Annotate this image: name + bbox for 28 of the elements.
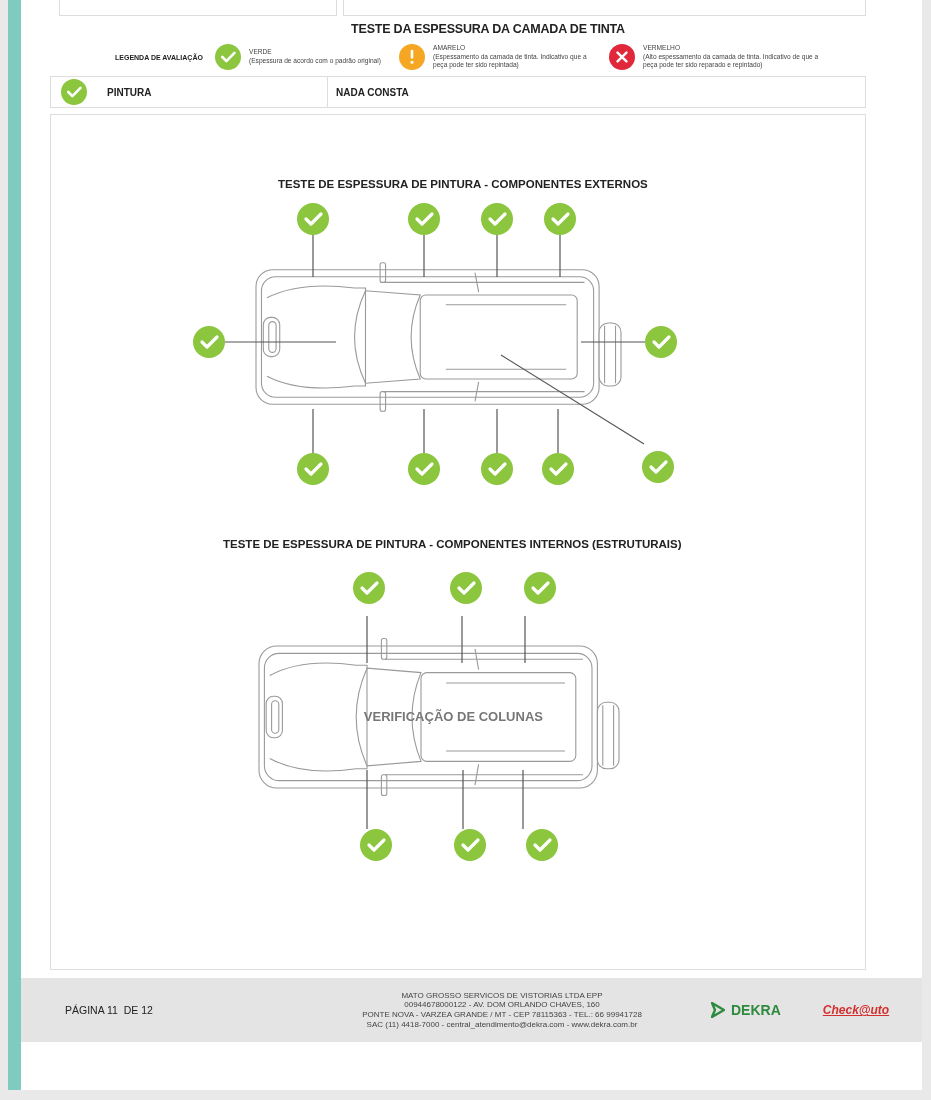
section-title: TESTE DA ESPESSURA DA CAMADA DE TINTA — [350, 22, 626, 36]
leader-line — [423, 234, 425, 278]
item-result: NADA CONSTA — [327, 77, 409, 107]
leader-line — [366, 769, 368, 830]
leader-line — [312, 408, 314, 454]
leader-line — [496, 234, 498, 278]
page-number: PÁGINA 11 DE 12 — [65, 1004, 154, 1016]
company-info: SAC (11) 4418-7000 - central_atendimento@dekra.com - www.dekra.com.br — [365, 1019, 639, 1030]
chevron-icon — [711, 1002, 725, 1018]
checkauto-logo: Check@uto — [822, 1003, 890, 1017]
company-info: MATO GROSSO SERVICOS DE VISTORIAS LTDA EPP — [400, 990, 604, 1001]
dekra-logo: DEKRA — [731, 1002, 781, 1018]
leader-line — [423, 408, 425, 454]
leader-line — [366, 615, 368, 664]
leader-line — [312, 234, 314, 278]
diagram-title: TESTE DE ESPESSURA DE PINTURA - COMPONENTES INTERNOS (ESTRUTURAIS) — [223, 538, 682, 550]
leader-line — [559, 234, 561, 278]
leader-line — [461, 615, 463, 664]
item-name: PINTURA — [106, 86, 153, 98]
diagram-title: TESTE DE ESPESSURA DE PINTURA - COMPONENTES EXTERNOS — [278, 178, 648, 190]
company-info: PONTE NOVA - VARZEA GRANDE / MT - CEP 78115363 - TEL.: 66 99941728 — [361, 1010, 643, 1020]
company-info: 00944678000122 - AV. DOM ORLANDO CHAVES, 160 — [403, 1000, 601, 1010]
leader-line — [524, 615, 526, 664]
leader-line — [496, 408, 498, 454]
leader-line — [580, 341, 646, 343]
leader-line — [462, 769, 464, 830]
leader-line — [522, 769, 524, 830]
diagram-label: VERIFICAÇÃO DE COLUNAS — [363, 709, 543, 725]
